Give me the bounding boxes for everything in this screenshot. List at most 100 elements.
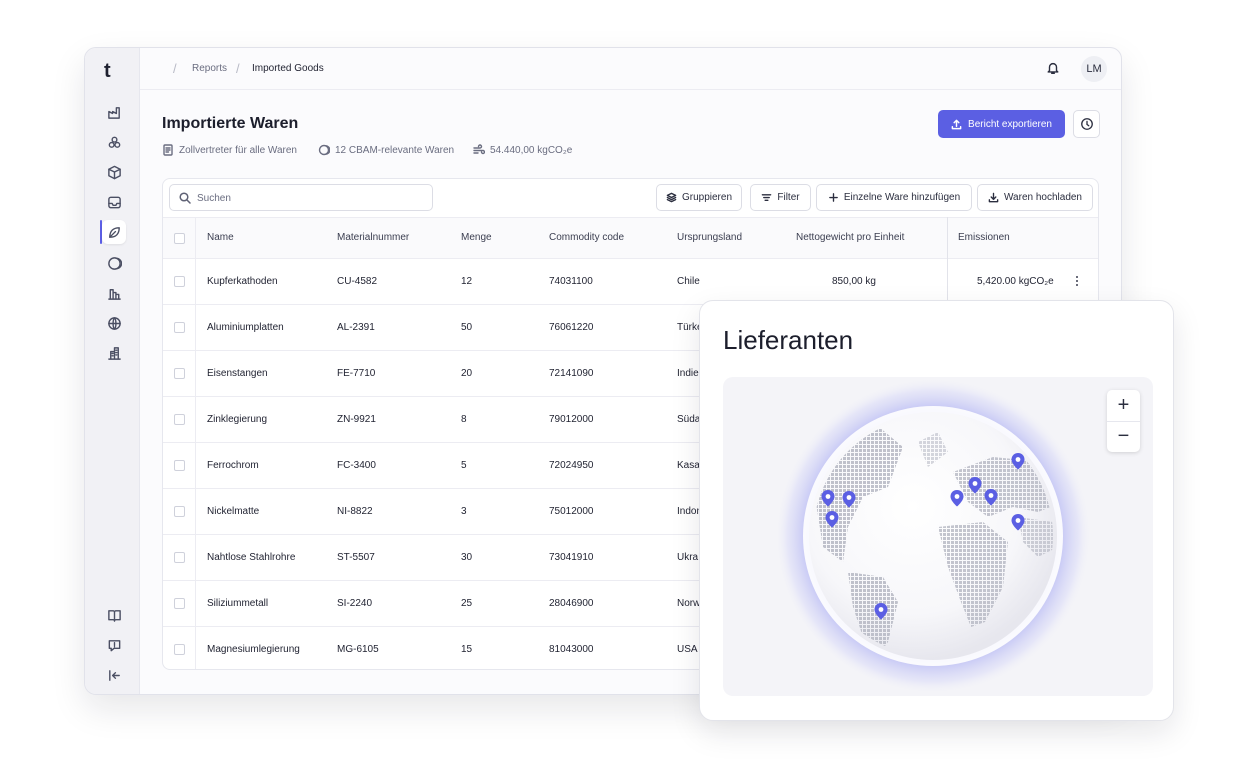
row-checkbox[interactable] <box>174 552 185 563</box>
feedback-icon[interactable] <box>102 633 126 657</box>
filter-label: Filter <box>777 192 800 203</box>
cell-quantity: 5 <box>461 460 467 471</box>
filter-icon <box>762 194 772 201</box>
cell-origin: Kasa <box>677 460 699 471</box>
inbox-icon[interactable] <box>102 190 126 214</box>
app-logo[interactable]: t <box>104 60 111 83</box>
cell-emissions: 5,420.00 kgCO₂e <box>977 276 1054 287</box>
zoom-controls: + − <box>1107 390 1140 452</box>
download-icon <box>988 192 999 203</box>
cell-material: FE-7710 <box>337 368 376 379</box>
row-checkbox[interactable] <box>174 276 185 287</box>
box-icon[interactable] <box>102 160 126 184</box>
sidebar: t <box>85 48 140 694</box>
avatar[interactable]: LM <box>1081 56 1107 82</box>
cell-commodity-code: 79012000 <box>549 414 594 425</box>
row-checkbox[interactable] <box>174 644 185 655</box>
table-row[interactable]: Kupferkathoden CU-4582 12 74031100 Chile… <box>163 259 1098 305</box>
building-icon[interactable] <box>102 341 126 365</box>
chart-icon[interactable] <box>102 281 126 305</box>
row-checkbox[interactable] <box>174 460 185 471</box>
book-icon[interactable] <box>102 603 126 627</box>
export-report-label: Bericht exportieren <box>968 118 1052 130</box>
cell-name: Ferrochrom <box>207 460 259 471</box>
column-header-emissions[interactable]: Emissionen <box>958 232 1010 243</box>
row-checkbox[interactable] <box>174 598 185 609</box>
cell-quantity: 8 <box>461 414 467 425</box>
search-input[interactable] <box>197 189 427 207</box>
collapse-icon[interactable] <box>102 663 126 687</box>
row-actions-button[interactable] <box>1073 274 1081 288</box>
globe-icon[interactable] <box>102 311 126 335</box>
column-header-quantity[interactable]: Menge <box>461 232 492 243</box>
cell-commodity-code: 28046900 <box>549 598 594 609</box>
cell-material: CU-4582 <box>337 276 378 287</box>
leaf-icon[interactable] <box>102 220 126 244</box>
breadcrumb-separator: / <box>236 61 240 76</box>
cell-commodity-code: 72141090 <box>549 368 594 379</box>
cell-quantity: 15 <box>461 644 473 655</box>
cell-material: MG-6105 <box>337 644 379 655</box>
cell-origin: Chile <box>677 276 700 287</box>
filter-button[interactable]: Filter <box>750 184 811 211</box>
search-field[interactable] <box>169 184 433 211</box>
breadcrumb-current: Imported Goods <box>252 63 324 74</box>
cell-material: ZN-9921 <box>337 414 376 425</box>
cell-commodity-code: 73041910 <box>549 552 594 563</box>
add-single-good-button[interactable]: Einzelne Ware hinzufügen <box>816 184 972 211</box>
select-all-checkbox[interactable] <box>174 233 185 244</box>
cell-name: Nickelmatte <box>207 506 260 517</box>
cell-commodity-code: 72024950 <box>549 460 594 471</box>
cell-commodity-code: 81043000 <box>549 644 594 655</box>
globe-map[interactable] <box>723 377 1153 696</box>
moon-icon <box>318 144 330 156</box>
zoom-out-button[interactable]: − <box>1107 421 1140 452</box>
cell-commodity-code: 76061220 <box>549 322 594 333</box>
column-header-commodity-code[interactable]: Commodity code <box>549 232 624 243</box>
wind-icon <box>473 144 485 155</box>
cell-quantity: 30 <box>461 552 473 563</box>
cell-material: FC-3400 <box>337 460 376 471</box>
column-header-net-weight[interactable]: Nettogewicht pro Einheit <box>796 232 904 243</box>
cell-material: SI-2240 <box>337 598 373 609</box>
cell-origin: Indie <box>677 368 699 379</box>
add-single-good-label: Einzelne Ware hinzufügen <box>843 192 961 203</box>
search-icon <box>179 192 191 204</box>
cell-material: ST-5507 <box>337 552 375 563</box>
upload-icon <box>951 119 962 129</box>
cell-material: AL-2391 <box>337 322 375 333</box>
cell-name: Magnesiumlegierung <box>207 644 300 655</box>
row-checkbox[interactable] <box>174 322 185 333</box>
history-button[interactable] <box>1073 110 1100 138</box>
suppliers-map[interactable]: + − <box>723 377 1153 696</box>
bell-icon[interactable] <box>1046 61 1062 77</box>
document-icon <box>163 144 173 156</box>
cell-quantity: 3 <box>461 506 467 517</box>
cell-origin: USA <box>677 644 698 655</box>
cell-commodity-code: 75012000 <box>549 506 594 517</box>
group-button[interactable]: Gruppieren <box>656 184 742 211</box>
page-title: Importierte Waren <box>162 115 299 132</box>
clock-icon <box>1080 118 1093 130</box>
cell-net-weight: 850,00 kg <box>832 276 876 287</box>
factory-icon[interactable] <box>102 100 126 124</box>
upload-goods-button[interactable]: Waren hochladen <box>977 184 1093 211</box>
plus-icon <box>828 193 838 202</box>
column-header-origin[interactable]: Ursprungsland <box>677 232 742 243</box>
zoom-in-button[interactable]: + <box>1107 390 1140 421</box>
column-header-name[interactable]: Name <box>207 232 234 243</box>
breadcrumb-reports[interactable]: Reports <box>192 63 227 74</box>
column-header-material[interactable]: Materialnummer <box>337 232 409 243</box>
row-checkbox[interactable] <box>174 414 185 425</box>
cell-quantity: 20 <box>461 368 473 379</box>
upload-goods-label: Waren hochladen <box>1003 192 1082 203</box>
cubes-icon[interactable] <box>102 130 126 154</box>
export-report-button[interactable]: Bericht exportieren <box>938 110 1065 138</box>
row-checkbox[interactable] <box>174 368 185 379</box>
cell-origin: Türke <box>677 322 699 333</box>
meta-emissions: 54.440,00 kgCO₂e <box>473 144 572 156</box>
moon-icon[interactable] <box>102 251 126 275</box>
cell-name: Kupferkathoden <box>207 276 278 287</box>
row-checkbox[interactable] <box>174 506 185 517</box>
table-header: Name Materialnummer Menge Commodity code… <box>163 217 1098 259</box>
